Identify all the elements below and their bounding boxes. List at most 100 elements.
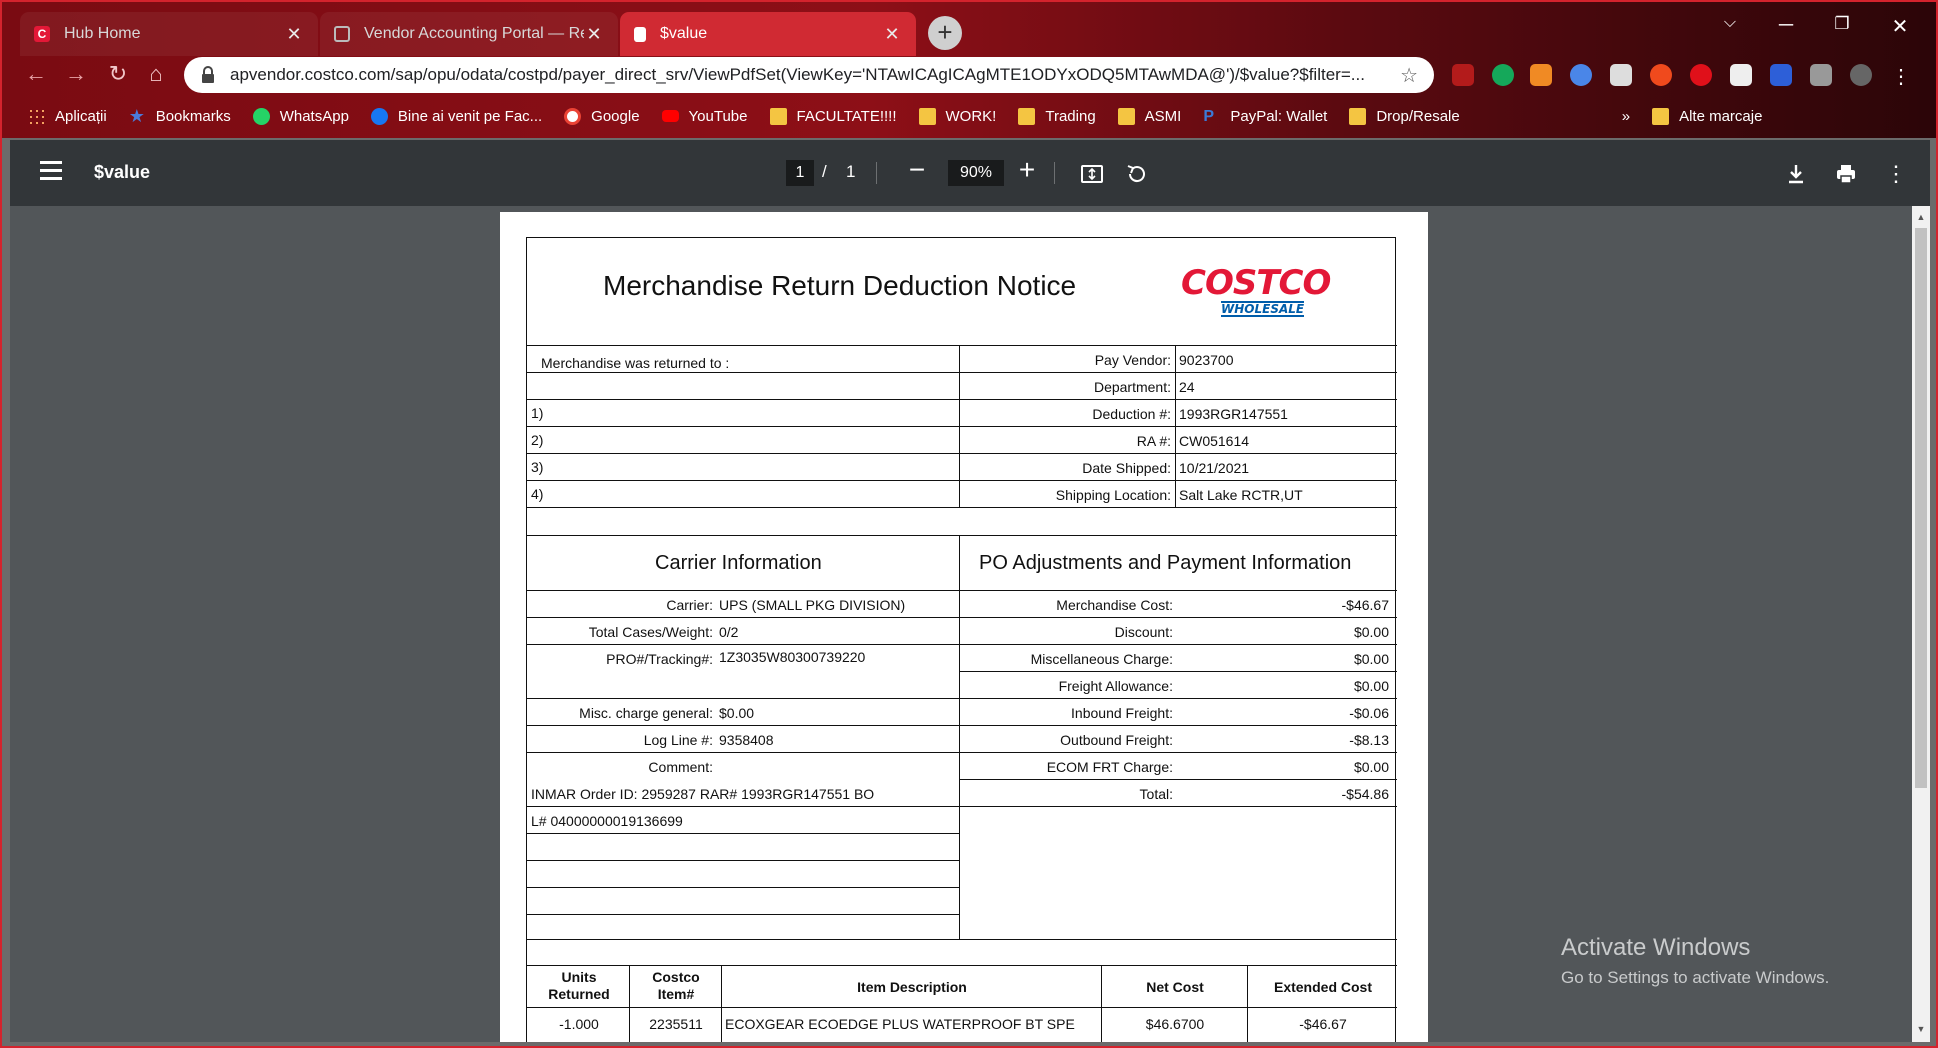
close-icon[interactable]: ✕	[284, 24, 304, 45]
rule	[527, 644, 959, 645]
comment-line: INMAR Order ID: 2959287 RAR# 1993RGR1475…	[531, 786, 875, 802]
items-header-units: Units Returned	[548, 969, 610, 1002]
bookmark-folder-facultate[interactable]: FACULTATE!!!!	[769, 107, 897, 125]
facebook-icon	[370, 107, 388, 125]
vendor-field-value: 10/21/2021	[1179, 460, 1250, 476]
rule	[527, 372, 1397, 373]
bookmark-label: Alte marcaje	[1679, 107, 1763, 125]
extension-icon[interactable]	[1730, 64, 1752, 86]
download-icon[interactable]	[1784, 162, 1808, 186]
bookmark-star-icon[interactable]: ☆	[1400, 63, 1418, 88]
fit-to-page-icon[interactable]	[1080, 162, 1104, 186]
bookmark-folder-asmi[interactable]: ASMI	[1117, 107, 1181, 125]
folder-icon	[1652, 107, 1670, 125]
carrier-field-label: Comment:	[648, 759, 713, 775]
folder-icon	[918, 107, 936, 125]
document-favicon-icon	[334, 26, 350, 42]
scroll-up-icon[interactable]: ▲	[1912, 212, 1930, 222]
bookmark-other-folder[interactable]: Alte marcaje	[1652, 107, 1763, 125]
address-bar[interactable]: apvendor.costco.com/sap/opu/odata/costpd…	[184, 57, 1434, 93]
pdf-viewport[interactable]: Merchandise Return Deduction Notice COST…	[10, 206, 1912, 1042]
bookmark-folder-drop-resale[interactable]: Drop/Resale	[1349, 107, 1460, 125]
bookmark-paypal[interactable]: P PayPal: Wallet	[1203, 108, 1327, 125]
bookmark-label: Bine ai venit pe Fac...	[397, 107, 543, 125]
home-icon[interactable]: ⌂	[142, 60, 170, 88]
folder-icon	[769, 107, 787, 125]
page-separator: /	[822, 162, 827, 181]
bookmark-apps[interactable]: Aplicații	[28, 107, 107, 125]
vendor-field-label: Department:	[1093, 379, 1171, 395]
extension-icon[interactable]	[1530, 64, 1552, 86]
close-icon[interactable]: ✕	[584, 24, 604, 45]
hamburger-menu-icon[interactable]	[40, 161, 62, 183]
rule	[527, 752, 959, 753]
bookmark-label: FACULTATE!!!!	[796, 107, 897, 125]
bookmark-folder-work[interactable]: WORK!	[918, 107, 997, 125]
extension-icon[interactable]	[1770, 64, 1792, 86]
minimize-icon[interactable]: ─	[1766, 14, 1806, 37]
window-close-icon[interactable]: ✕	[1880, 14, 1920, 39]
tab-hub-home[interactable]: C Hub Home ✕	[20, 12, 318, 56]
new-tab-button[interactable]: +	[928, 16, 962, 50]
tab-vendor-accounting[interactable]: Vendor Accounting Portal — Ret ✕	[320, 12, 618, 56]
zoom-level-input[interactable]: 90%	[948, 160, 1004, 186]
page-number-input[interactable]: 1	[786, 160, 814, 186]
grammarly-icon[interactable]	[1492, 64, 1514, 86]
rule	[527, 480, 1397, 481]
bookmark-label: Aplicații	[55, 107, 107, 125]
more-options-icon[interactable]: ⋮	[1884, 162, 1908, 186]
vendor-field-label: Pay Vendor:	[1094, 352, 1171, 368]
rule	[959, 644, 1397, 645]
bookmark-whatsapp[interactable]: WhatsApp	[252, 107, 349, 125]
scrollbar-thumb[interactable]	[1915, 228, 1927, 788]
puzzle-icon[interactable]	[1810, 64, 1832, 86]
rule	[959, 806, 1397, 807]
extension-icon[interactable]	[1610, 64, 1632, 86]
bookmark-youtube[interactable]: YouTube	[661, 108, 748, 125]
avatar[interactable]	[1850, 64, 1872, 86]
po-field-value: $0.00	[1353, 678, 1389, 694]
bookmark-google[interactable]: Google	[564, 107, 640, 125]
rotate-icon[interactable]	[1124, 162, 1148, 186]
bookmark-label: WhatsApp	[279, 107, 349, 125]
item-units: -1.000	[559, 1016, 599, 1032]
chrome-menu-icon[interactable]: ⋮	[1890, 64, 1912, 88]
po-field-value: $0.00	[1353, 759, 1389, 775]
extension-icon[interactable]	[1452, 64, 1474, 86]
bookmark-label: PayPal: Wallet	[1230, 107, 1328, 125]
zoom-out-icon[interactable]: −	[902, 154, 932, 186]
zoom-in-icon[interactable]: +	[1012, 154, 1042, 186]
returned-line: 3)	[531, 459, 544, 475]
bookmark-folder-trading[interactable]: Trading	[1018, 107, 1096, 125]
rule	[527, 887, 959, 888]
forward-icon[interactable]: →	[62, 60, 90, 88]
restore-icon[interactable]: ❐	[1822, 14, 1862, 34]
reload-icon[interactable]: ↻	[104, 60, 132, 88]
bookmark-bookmarks[interactable]: ★ Bookmarks	[129, 107, 231, 125]
extension-icon[interactable]	[1570, 64, 1592, 86]
print-icon[interactable]	[1834, 162, 1858, 186]
url-text: apvendor.costco.com/sap/opu/odata/costpd…	[230, 65, 1365, 84]
rule	[959, 617, 1397, 618]
extension-icon[interactable]	[1690, 64, 1712, 86]
tab-search-icon[interactable]: ⌵	[1710, 14, 1750, 32]
back-icon[interactable]: ←	[22, 60, 50, 88]
bookmarks-overflow-button[interactable]: »	[1622, 108, 1630, 125]
rule	[527, 725, 959, 726]
po-field-label: Total:	[1139, 786, 1173, 802]
scroll-down-icon[interactable]: ▼	[1912, 1024, 1930, 1034]
extension-icon[interactable]	[1650, 64, 1672, 86]
rule	[527, 399, 1397, 400]
bookmark-facebook[interactable]: Bine ai venit pe Fac...	[370, 107, 543, 125]
rule	[527, 860, 959, 861]
paypal-icon: P	[1203, 107, 1215, 125]
close-icon[interactable]: ✕	[882, 24, 902, 45]
carrier-field-value: $0.00	[719, 705, 755, 721]
vertical-scrollbar[interactable]: ▲ ▼	[1912, 206, 1930, 1042]
carrier-field-label: Total Cases/Weight:	[588, 624, 713, 640]
carrier-field-label: PRO#/Tracking#:	[606, 651, 713, 667]
tab-value[interactable]: $value ✕	[620, 12, 916, 56]
carrier-field-label: Misc. charge general:	[579, 705, 713, 721]
costco-logo-text: COSTCO	[1181, 263, 1331, 303]
bookmark-label: WORK!	[945, 107, 997, 125]
